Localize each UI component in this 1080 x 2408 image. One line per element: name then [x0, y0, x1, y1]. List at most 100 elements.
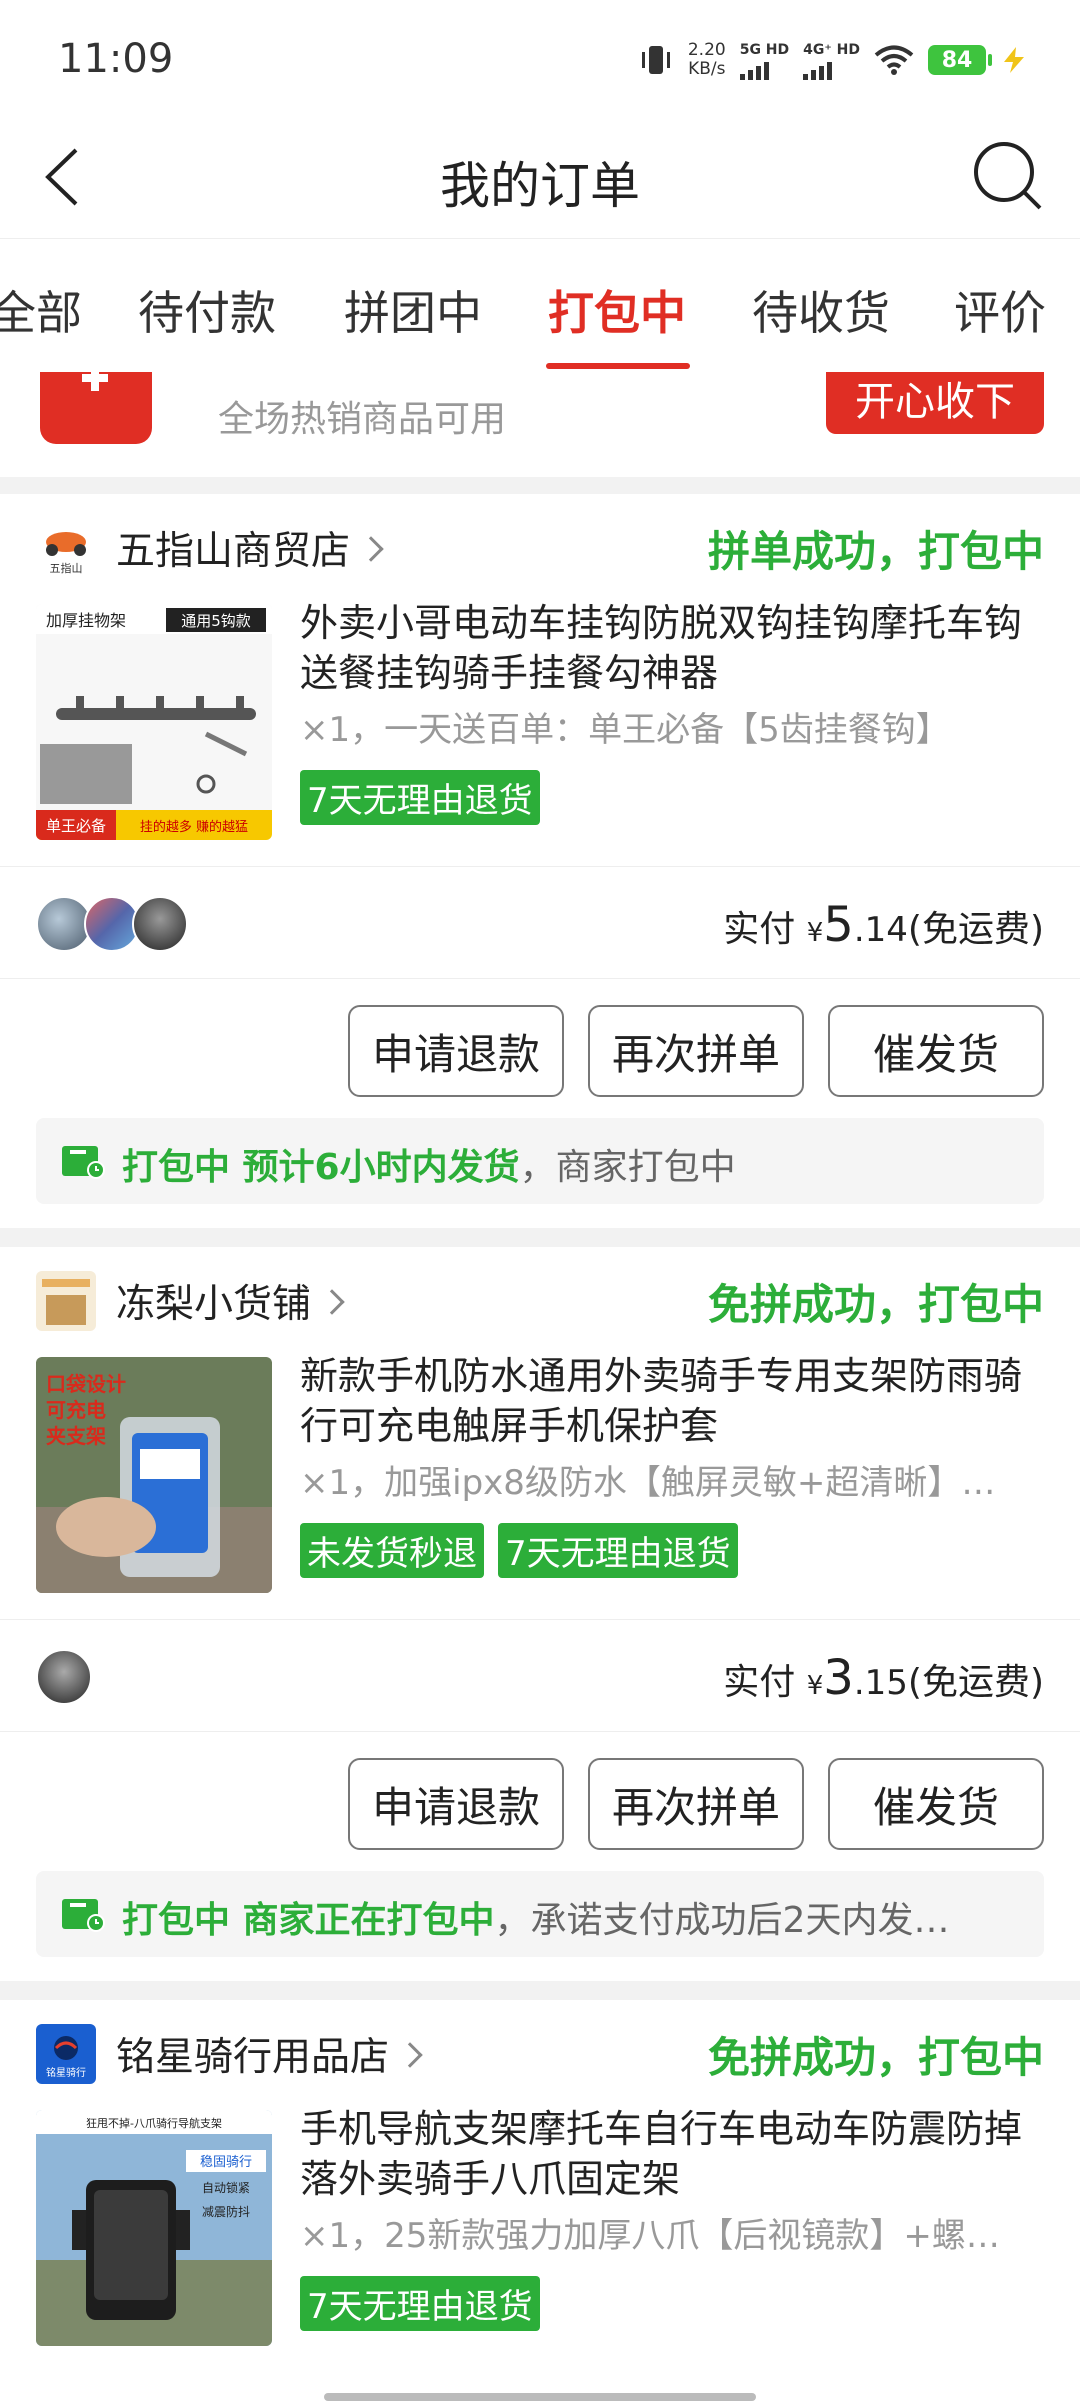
- shop-name-text: 冻梨小货铺: [116, 1282, 312, 1327]
- shop-name[interactable]: 五指山商贸店: [116, 520, 384, 576]
- reorder-button[interactable]: 再次拼单: [588, 1005, 804, 1097]
- paid-amount: 实付 ¥5.14(免运费): [723, 897, 1044, 953]
- shipping-note: (免运费): [907, 909, 1044, 950]
- shop-header[interactable]: 冻梨小货铺 免拼成功，打包中: [0, 1247, 1080, 1335]
- product-spec: ×1，一天送百单：单王必备【5齿挂餐钩】: [300, 710, 950, 750]
- order-tabs: 全部 待付款 拼团中 打包中 待收货 评价: [0, 238, 1080, 372]
- page-title: 我的订单: [440, 157, 640, 215]
- order-status: 免拼成功，打包中: [707, 2033, 1044, 2082]
- shop-header[interactable]: 铭星骑行 铭星骑行用品店 免拼成功，打包中: [0, 2000, 1080, 2088]
- shop-name-text: 五指山商贸店: [116, 529, 351, 574]
- product-image[interactable]: 口袋设计 可充电 夹支架: [36, 1357, 272, 1593]
- refund-button[interactable]: 申请退款: [348, 1005, 564, 1097]
- coupon-accept-button[interactable]: 开心收下: [826, 372, 1044, 434]
- shop-name[interactable]: 铭星骑行用品店: [116, 2026, 423, 2082]
- package-icon: [62, 1899, 105, 1932]
- signal-icon: [803, 60, 860, 80]
- group-avatars: [36, 896, 188, 952]
- tag-return-policy: 7天无理由退货: [300, 770, 540, 825]
- image-text: 单王必备: [46, 817, 106, 835]
- product-spec: ×1，25新款强力加厚八爪【后视镜款】+螺…: [300, 2216, 1000, 2256]
- amount-integer: 3: [823, 1650, 854, 1706]
- image-text: 加厚挂物架: [46, 611, 126, 630]
- image-text: 减震防抖: [202, 2204, 250, 2219]
- note-status: 打包中 商家正在打包中: [122, 1900, 495, 1941]
- coupon-text: 全场热销商品可用: [218, 399, 507, 440]
- image-text: 夹支架: [46, 1424, 106, 1448]
- amount-decimal: .15: [853, 1663, 908, 1703]
- shop-name[interactable]: 冻梨小货铺: [116, 1273, 345, 1329]
- image-text: 口袋设计: [46, 1372, 126, 1396]
- search-icon[interactable]: [970, 138, 1046, 214]
- tab-pending-receipt[interactable]: 待收货: [752, 277, 890, 343]
- product-image[interactable]: 加厚挂物架 通用5钩款 单王必备 挂的越多 赚的越猛: [36, 604, 272, 840]
- image-text: 狂甩不掉-八爪骑行导航支架: [86, 2116, 222, 2130]
- status-icons: 2.20 KB/s 5G HD 4G⁺ HD 84: [638, 36, 1028, 84]
- chevron-right-icon: [358, 536, 384, 562]
- charging-icon: [1004, 47, 1024, 73]
- product-title[interactable]: 手机导航支架摩托车自行车电动车防震防掉落外卖骑手八爪固定架: [300, 2104, 1042, 2204]
- order-status: 免拼成功，打包中: [707, 1280, 1044, 1329]
- product-spec: ×1，加强ipx8级防水【触屏灵敏+超清晰】…: [300, 1463, 996, 1503]
- urge-shipping-button[interactable]: 催发货: [828, 1005, 1044, 1097]
- wifi-icon: [874, 45, 914, 75]
- sim1-label: 5G HD: [739, 41, 790, 58]
- product-title[interactable]: 外卖小哥电动车挂钩防脱双钩挂钩摩托车钩送餐挂钩骑手挂餐勾神器: [300, 598, 1042, 698]
- status-bar: 11:09 2.20 KB/s 5G HD 4G⁺ HD 84: [0, 0, 1080, 120]
- image-text: 自动锁紧: [202, 2180, 250, 2195]
- package-icon: [62, 1146, 105, 1179]
- home-indicator[interactable]: [324, 2393, 756, 2401]
- sim2-signal: 4G⁺ HD: [803, 41, 860, 80]
- image-text: 稳固骑行: [200, 2154, 252, 2170]
- shop-header[interactable]: 五指山 五指山商贸店 拼单成功，打包中: [0, 494, 1080, 582]
- order-card: 五指山 五指山商贸店 拼单成功，打包中 加厚挂物架 通用5钩款 单王必备 挂的越…: [0, 494, 1080, 1228]
- net-speed-unit: KB/s: [688, 59, 726, 79]
- status-time: 11:09: [58, 36, 174, 82]
- product-tags: 7天无理由退货: [300, 770, 540, 825]
- shop-logo-text: 铭星骑行: [46, 2066, 86, 2079]
- order-card: 冻梨小货铺 免拼成功，打包中 口袋设计 可充电 夹支架 新款手机防水通用外卖骑手…: [0, 1247, 1080, 1981]
- note-detail: ，承诺支付成功后2天内发…: [494, 1900, 950, 1941]
- tab-review[interactable]: 评价: [954, 277, 1046, 343]
- product-image[interactable]: 狂甩不掉-八爪骑行导航支架 稳固骑行 自动锁紧 减震防抖: [36, 2110, 272, 2346]
- image-text: 挂的越多 赚的越猛: [140, 819, 248, 835]
- signal-icon: [739, 60, 789, 80]
- active-tab-indicator: [546, 363, 690, 369]
- order-card: 铭星骑行 铭星骑行用品店 免拼成功，打包中 狂甩不掉-八爪骑行导航支架 稳固骑行…: [0, 2000, 1080, 2408]
- tab-all[interactable]: 全部: [0, 277, 82, 343]
- tab-pending-payment[interactable]: 待付款: [138, 277, 276, 343]
- currency-symbol: ¥: [806, 1671, 824, 1701]
- product-title[interactable]: 新款手机防水通用外卖骑手专用支架防雨骑行可充电触屏手机保护套: [300, 1351, 1042, 1451]
- avatar: [36, 1649, 92, 1705]
- tab-group-buying[interactable]: 拼团中: [344, 277, 482, 343]
- vibrate-icon: [641, 46, 670, 74]
- product-tags: 7天无理由退货: [300, 2276, 540, 2331]
- shipping-note-bar[interactable]: 打包中 商家正在打包中，承诺支付成功后2天内发…: [36, 1871, 1044, 1957]
- shop-name-text: 铭星骑行用品店: [116, 2035, 390, 2080]
- payment-row: 实付 ¥3.15(免运费): [0, 1619, 1080, 1731]
- paid-label: 实付: [723, 1662, 796, 1703]
- tag-return-policy: 7天无理由退货: [498, 1523, 738, 1578]
- sim1-signal: 5G HD: [739, 41, 790, 80]
- net-speed: 2.20 KB/s: [688, 41, 726, 79]
- chevron-right-icon: [397, 2042, 423, 2068]
- nav-bar: 我的订单: [0, 120, 1080, 238]
- shipping-note-bar[interactable]: 打包中 预计6小时内发货，商家打包中: [36, 1118, 1044, 1204]
- shop-logo: 五指山: [36, 518, 96, 578]
- order-actions: 申请退款 再次拼单 催发货: [0, 1731, 1080, 1867]
- refund-button[interactable]: 申请退款: [348, 1758, 564, 1850]
- sim2-label: 4G⁺ HD: [803, 41, 860, 58]
- coupon-icon: [40, 372, 152, 444]
- tab-packing[interactable]: 打包中: [548, 277, 686, 343]
- battery-icon: 84: [928, 45, 992, 75]
- urge-shipping-button[interactable]: 催发货: [828, 1758, 1044, 1850]
- order-actions: 申请退款 再次拼单 催发货: [0, 978, 1080, 1114]
- shop-logo: [36, 1271, 96, 1331]
- chevron-right-icon: [319, 1289, 345, 1315]
- paid-label: 实付: [723, 909, 796, 950]
- reorder-button[interactable]: 再次拼单: [588, 1758, 804, 1850]
- amount-integer: 5: [823, 897, 854, 953]
- group-avatars: [36, 1649, 92, 1705]
- note-status: 打包中 预计6小时内发货: [122, 1147, 520, 1188]
- shipping-note: (免运费): [907, 1662, 1044, 1703]
